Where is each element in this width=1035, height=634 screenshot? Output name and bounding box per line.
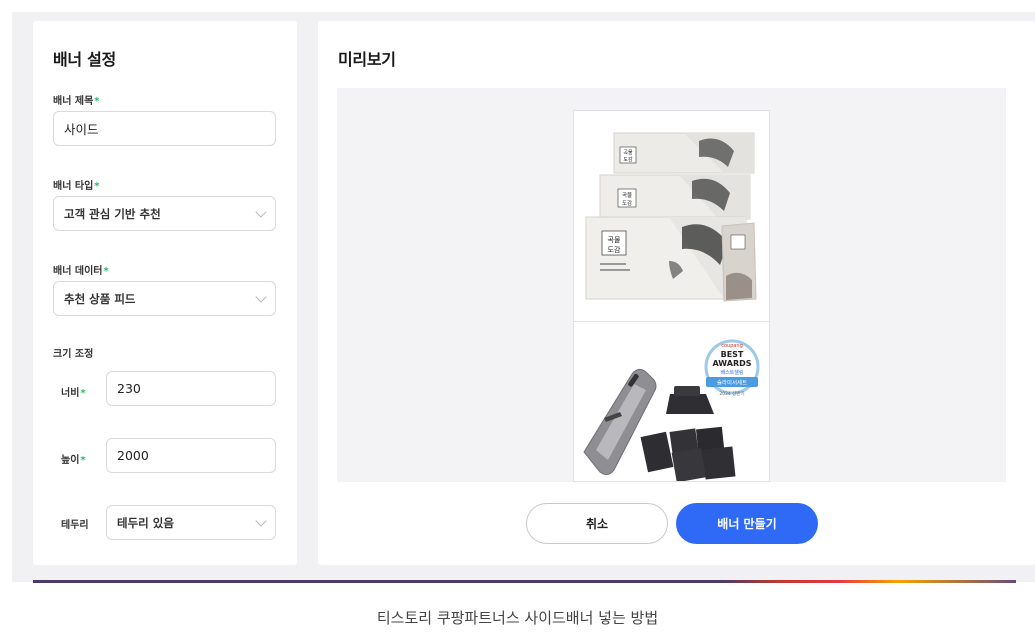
box-label: 도감 [608,246,621,254]
box-label: 곡물 [623,150,633,156]
box-label: 도감 [623,156,633,163]
badge-year: 2024 상반기 [719,390,744,397]
height-label: 높이* [61,455,86,466]
size-adjust-label: 크기 조정 [53,349,94,360]
preview-title: 미리보기 [338,50,396,69]
border-select[interactable]: 테두리 있음 [106,505,276,540]
bottom-banner-strip [33,580,1016,583]
badge-awards: AWARDS [712,359,751,368]
page-caption: 티스토리 쿠팡파트너스 사이드배너 넣는 방법 [376,609,659,627]
banner-data-label: 배너 데이터* [53,266,109,277]
chevron-down-icon [255,514,267,527]
height-input[interactable]: 2000 [106,438,276,473]
box-label: 곡물 [622,192,632,199]
chevron-down-icon [255,205,267,218]
side-banner-preview: 곡물 도감 곡물 도감 곡물 도감 coupang BEST AWARDS 베스… [573,110,770,482]
banner-title-input[interactable]: 사이드 [53,111,276,146]
border-label: 테두리 [61,520,89,531]
badge-best: BEST [721,350,744,359]
width-label: 너비* [61,388,86,399]
cancel-button[interactable]: 취소 [526,503,668,544]
width-input[interactable]: 230 [106,371,276,406]
banner-title-label: 배너 제목* [53,96,100,107]
badge-ribbon: 슬라이서세트 [717,379,747,387]
product-image-grain-box: 곡물 도감 곡물 도감 곡물 도감 [574,111,769,321]
settings-title: 배너 설정 [53,50,116,69]
create-banner-button[interactable]: 배너 만들기 [676,503,818,544]
product-image-slicer-set: coupang BEST AWARDS 베스트셀링 슬라이서세트 2024 상반… [574,322,769,481]
box-label: 곡물 [608,236,621,244]
banner-data-select[interactable]: 추천 상품 피드 [53,281,276,316]
banner-type-label: 배너 타입* [53,181,100,192]
chevron-down-icon [255,290,267,303]
box-label: 도감 [622,200,632,207]
badge-subtitle: 베스트셀링 [720,369,743,376]
banner-type-select[interactable]: 고객 관심 기반 추천 [53,196,276,231]
badge-brand: coupang [721,343,743,349]
